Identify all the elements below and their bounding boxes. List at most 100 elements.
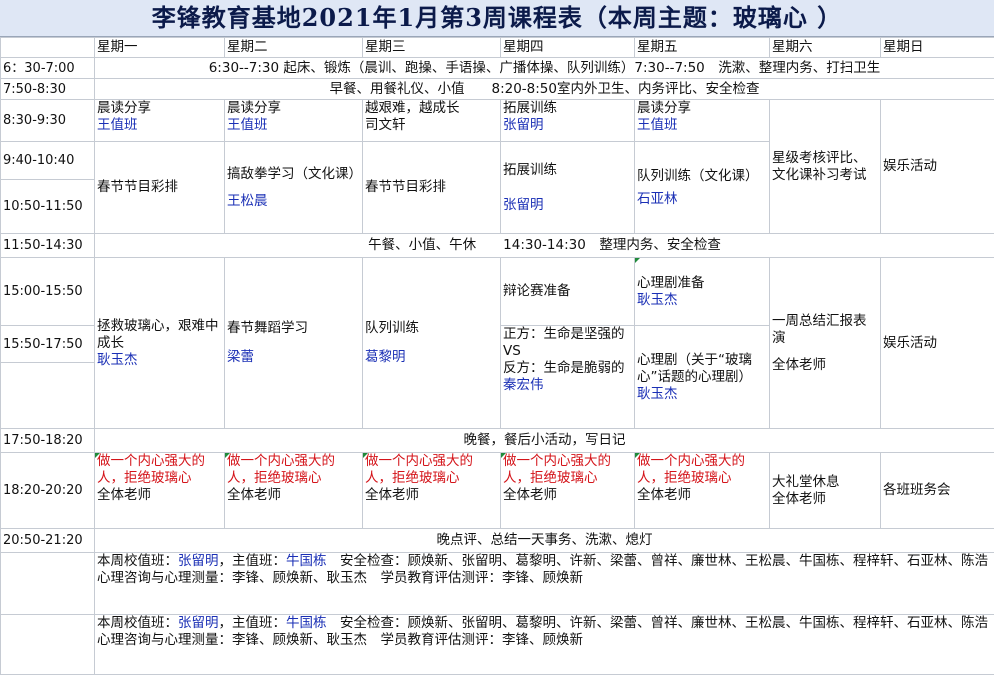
course-name: 心理剧（关于“玻璃心”话题的心理剧） xyxy=(637,351,752,385)
notes-row: 本周校值班：张留明，主值班：牛国栋 安全检查：顾焕新、张留明、葛黎明、许新、梁蕾… xyxy=(0,552,994,615)
course-name: 做一个内心强大的人，拒绝玻璃心 xyxy=(637,453,745,487)
course-name: 晨读分享 xyxy=(637,100,691,117)
schedule-cell[interactable]: 队列训练 葛黎明 xyxy=(362,257,501,429)
time-cell[interactable]: 7:50-8:30 xyxy=(0,78,95,100)
time-cell[interactable]: 20:50-21:20 xyxy=(0,528,95,553)
time-cell[interactable]: 18:20-20:20 xyxy=(0,452,95,529)
schedule-cell[interactable]: 拯救玻璃心，艰难中成长 耿玉杰 xyxy=(94,257,225,429)
debate-vs: VS xyxy=(503,343,521,359)
teacher-name: 石亚林 xyxy=(637,190,678,207)
span-cell[interactable]: 晚点评、总结一天事务、洗漱、熄灯 xyxy=(94,528,994,553)
teacher-name: 梁蕾 xyxy=(227,349,254,365)
schedule-cell[interactable]: 晨读分享 王值班 xyxy=(94,99,225,142)
course-name: 拓展训练 xyxy=(503,161,557,178)
schedule-cell[interactable]: 星级考核评比、文化课补习考试 xyxy=(769,99,881,234)
notes-label-empty xyxy=(0,552,95,615)
teacher-name: 秦宏伟 xyxy=(503,377,544,393)
teacher-name: 司文轩 xyxy=(365,117,406,133)
teacher-name: 全体老师 xyxy=(97,487,151,503)
teacher-name: 王值班 xyxy=(227,117,268,133)
table-row: 20:50-21:20 晚点评、总结一天事务、洗漱、熄灯 xyxy=(0,528,994,553)
schedule-cell[interactable]: 辩论赛准备 xyxy=(500,257,635,326)
schedule-cell[interactable]: 心理剧（关于“玻璃心”话题的心理剧） 耿玉杰 xyxy=(634,325,770,429)
schedule-cell[interactable]: 拓展训练 张留明 xyxy=(500,141,635,234)
schedule-cell[interactable]: 做一个内心强大的人，拒绝玻璃心 全体老师 xyxy=(224,452,363,529)
teacher-name: 王值班 xyxy=(97,117,138,133)
schedule-cell[interactable]: 一周总结汇报表演 全体老师 xyxy=(769,257,881,429)
table-row: 18:20-20:20 做一个内心强大的人，拒绝玻璃心 全体老师 做一个内心强大… xyxy=(0,452,994,529)
time-cell[interactable]: 6：30-7:00 xyxy=(0,57,95,79)
time-cell[interactable]: 10:50-11:50 xyxy=(0,179,95,234)
schedule-cell[interactable]: 各班班务会 xyxy=(880,452,994,529)
day-header[interactable]: 星期日 xyxy=(880,37,994,58)
course-name: 队列训练 xyxy=(365,320,419,336)
schedule-cell[interactable]: 晨读分享 王值班 xyxy=(224,99,363,142)
time-cell[interactable]: 17:50-18:20 xyxy=(0,428,95,453)
time-cell[interactable]: 9:40-10:40 xyxy=(0,141,95,180)
schedule-cell[interactable]: 搞敌拳学习（文化课） 王松晨 xyxy=(224,141,363,234)
span-cell[interactable]: 6:30--7:30 起床、锻炼（晨训、跑操、手语操、广播体操、队列训练）7:3… xyxy=(94,57,994,79)
teacher-name: 全体老师 xyxy=(637,487,691,503)
notes-line-2: 心理咨询与心理测量：李锋、顾焕新、耿玉杰 学员教育评估测评：李锋、顾焕新 xyxy=(97,570,583,586)
header-row: 星期一 星期二 星期三 星期四 星期五 星期六 星期日 xyxy=(0,37,994,58)
day-header[interactable]: 星期二 xyxy=(224,37,363,58)
teacher-name: 张留明 xyxy=(503,117,544,133)
notes-row: 本周校值班：张留明，主值班：牛国栋 安全检查：顾焕新、张留明、葛黎明、许新、梁蕾… xyxy=(0,614,994,675)
teacher-name: 张留明 xyxy=(503,196,544,213)
day-header[interactable]: 星期三 xyxy=(362,37,501,58)
time-cell[interactable]: 15:00-15:50 xyxy=(0,257,95,326)
course-name: 越艰难，越成长 xyxy=(365,100,460,117)
schedule-cell[interactable]: 拓展训练 张留明 xyxy=(500,99,635,142)
time-cell[interactable]: 8:30-9:30 xyxy=(0,99,95,142)
day-header[interactable]: 星期一 xyxy=(94,37,225,58)
teacher-name: 全体老师 xyxy=(365,487,419,503)
schedule-cell[interactable]: 心理剧准备 耿玉杰 xyxy=(634,257,770,326)
schedule-cell[interactable]: 春节节目彩排 xyxy=(94,141,225,234)
page-title: 李锋教育基地2021年1月第3周课程表（本周主题：玻璃心 ） xyxy=(0,0,994,37)
table-row: 6：30-7:00 6:30--7:30 起床、锻炼（晨训、跑操、手语操、广播体… xyxy=(0,57,994,79)
teacher-name: 耿玉杰 xyxy=(637,291,678,308)
schedule-cell[interactable]: 娱乐活动 xyxy=(880,257,994,429)
teacher-name: 全体老师 xyxy=(772,490,826,507)
time-cell[interactable]: 15:50-17:50 xyxy=(0,325,95,363)
corner-cell xyxy=(0,37,95,58)
teacher-name: 全体老师 xyxy=(227,487,281,503)
day-header[interactable]: 星期四 xyxy=(500,37,635,58)
course-name: 拯救玻璃心，艰难中成长 xyxy=(97,317,219,351)
schedule-table: 星期一 星期二 星期三 星期四 星期五 星期六 星期日 6：30-7:00 6:… xyxy=(0,37,994,675)
schedule-cell[interactable]: 做一个内心强大的人，拒绝玻璃心 全体老师 xyxy=(634,452,770,529)
table-row: 15:00-15:50 拯救玻璃心，艰难中成长 耿玉杰 春节舞蹈学习 梁蕾 队列训练… xyxy=(0,257,994,429)
course-name: 晨读分享 xyxy=(97,100,151,117)
course-name: 做一个内心强大的人，拒绝玻璃心 xyxy=(97,453,205,487)
span-cell[interactable]: 晚餐，餐后小活动，写日记 xyxy=(94,428,994,453)
table-row: 17:50-18:20 晚餐，餐后小活动，写日记 xyxy=(0,428,994,453)
schedule-cell[interactable]: 晨读分享 王值班 xyxy=(634,99,770,142)
schedule-cell[interactable]: 大礼堂休息 全体老师 xyxy=(769,452,881,529)
course-name: 队列训练（文化课） xyxy=(637,167,759,184)
schedule-cell[interactable]: 做一个内心强大的人，拒绝玻璃心 全体老师 xyxy=(94,452,225,529)
schedule-cell[interactable]: 做一个内心强大的人，拒绝玻璃心 全体老师 xyxy=(362,452,501,529)
teacher-name: 全体老师 xyxy=(503,487,557,503)
span-cell[interactable]: 午餐、小值、午休 14:30-14:30 整理内务、安全检查 xyxy=(94,233,994,258)
schedule-cell[interactable]: 娱乐活动 xyxy=(880,99,994,234)
schedule-cell[interactable]: 队列训练（文化课） 石亚林 xyxy=(634,141,770,234)
schedule-cell[interactable]: 春节舞蹈学习 梁蕾 xyxy=(224,257,363,429)
course-name: 做一个内心强大的人，拒绝玻璃心 xyxy=(503,453,611,487)
duty-person: 张留明 xyxy=(178,615,219,632)
notes-cell[interactable]: 本周校值班：张留明，主值班：牛国栋 安全检查：顾焕新、张留明、葛黎明、许新、梁蕾… xyxy=(94,552,994,615)
day-header[interactable]: 星期五 xyxy=(634,37,770,58)
time-cell[interactable]: 11:50-14:30 xyxy=(0,233,95,258)
schedule-cell[interactable]: 春节节目彩排 xyxy=(362,141,501,234)
table-row: 7:50-8:30 早餐、用餐礼仪、小值 8:20-8:50室内外卫生、内务评比… xyxy=(0,78,994,100)
schedule-cell[interactable]: 做一个内心强大的人，拒绝玻璃心 全体老师 xyxy=(500,452,635,529)
course-name: 晨读分享 xyxy=(227,100,281,117)
debate-cell[interactable]: 正方：生命是坚强的 VS 反方：生命是脆弱的 秦宏伟 xyxy=(500,325,635,429)
span-cell[interactable]: 早餐、用餐礼仪、小值 8:20-8:50室内外卫生、内务评比、安全检查 xyxy=(94,78,994,100)
notes-cell[interactable]: 本周校值班：张留明，主值班：牛国栋 安全检查：顾焕新、张留明、葛黎明、许新、梁蕾… xyxy=(94,614,994,675)
table-row: 11:50-14:30 午餐、小值、午休 14:30-14:30 整理内务、安全… xyxy=(0,233,994,258)
course-name: 大礼堂休息 xyxy=(772,473,840,490)
schedule-cell[interactable]: 越艰难，越成长 司文轩 xyxy=(362,99,501,142)
day-header[interactable]: 星期六 xyxy=(769,37,881,58)
teacher-name: 王松晨 xyxy=(227,192,268,209)
main-duty-person: 牛国栋 xyxy=(286,553,327,570)
